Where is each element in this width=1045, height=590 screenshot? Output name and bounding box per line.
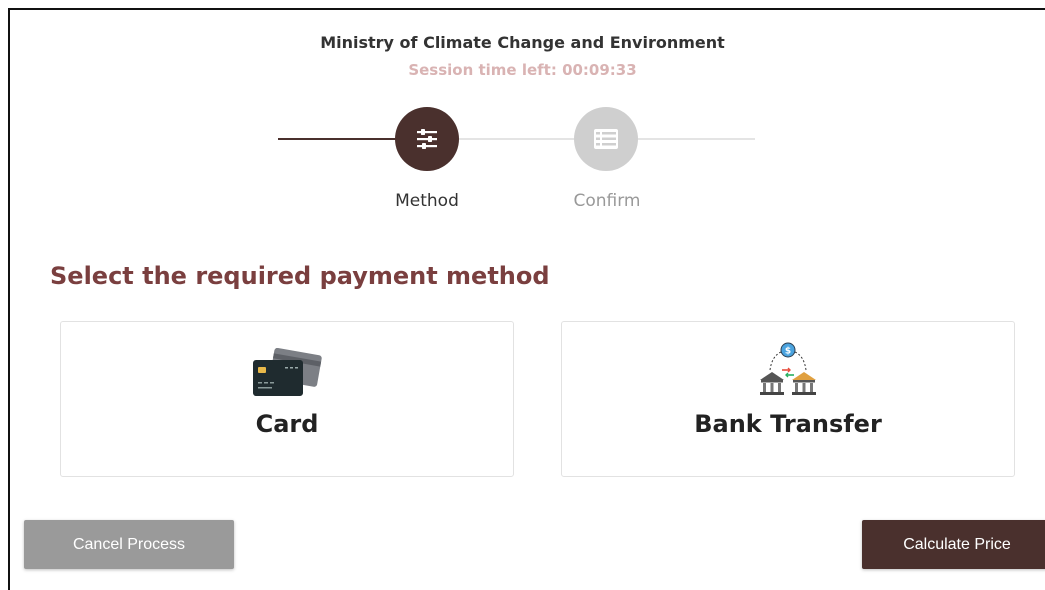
list-icon (594, 129, 618, 149)
bank-transfer-icon: $ (760, 342, 816, 395)
payment-option-bank-transfer[interactable]: $ Bank Transfer (561, 321, 1015, 477)
step-confirm[interactable] (574, 107, 638, 171)
stepper-progress-line (278, 138, 408, 140)
stepper-line (630, 138, 755, 140)
page-title: Ministry of Climate Change and Environme… (320, 33, 725, 52)
section-heading: Select the required payment method (50, 262, 550, 290)
payment-option-bank-transfer-label: Bank Transfer (694, 410, 882, 438)
payment-option-card[interactable]: Card (60, 321, 514, 477)
svg-text:$: $ (785, 347, 791, 357)
sliders-icon (417, 129, 437, 149)
step-label-method: Method (395, 191, 459, 211)
session-timer: Session time left: 00:09:33 (408, 61, 637, 79)
step-label-confirm: Confirm (573, 191, 641, 211)
credit-card-icon (253, 348, 322, 396)
step-method[interactable] (395, 107, 459, 171)
payment-option-card-label: Card (255, 410, 319, 438)
stepper-line (452, 138, 592, 140)
cancel-process-button[interactable]: Cancel Process (24, 520, 234, 569)
calculate-price-button[interactable]: Calculate Price (862, 520, 1045, 569)
page-frame (8, 8, 1045, 590)
